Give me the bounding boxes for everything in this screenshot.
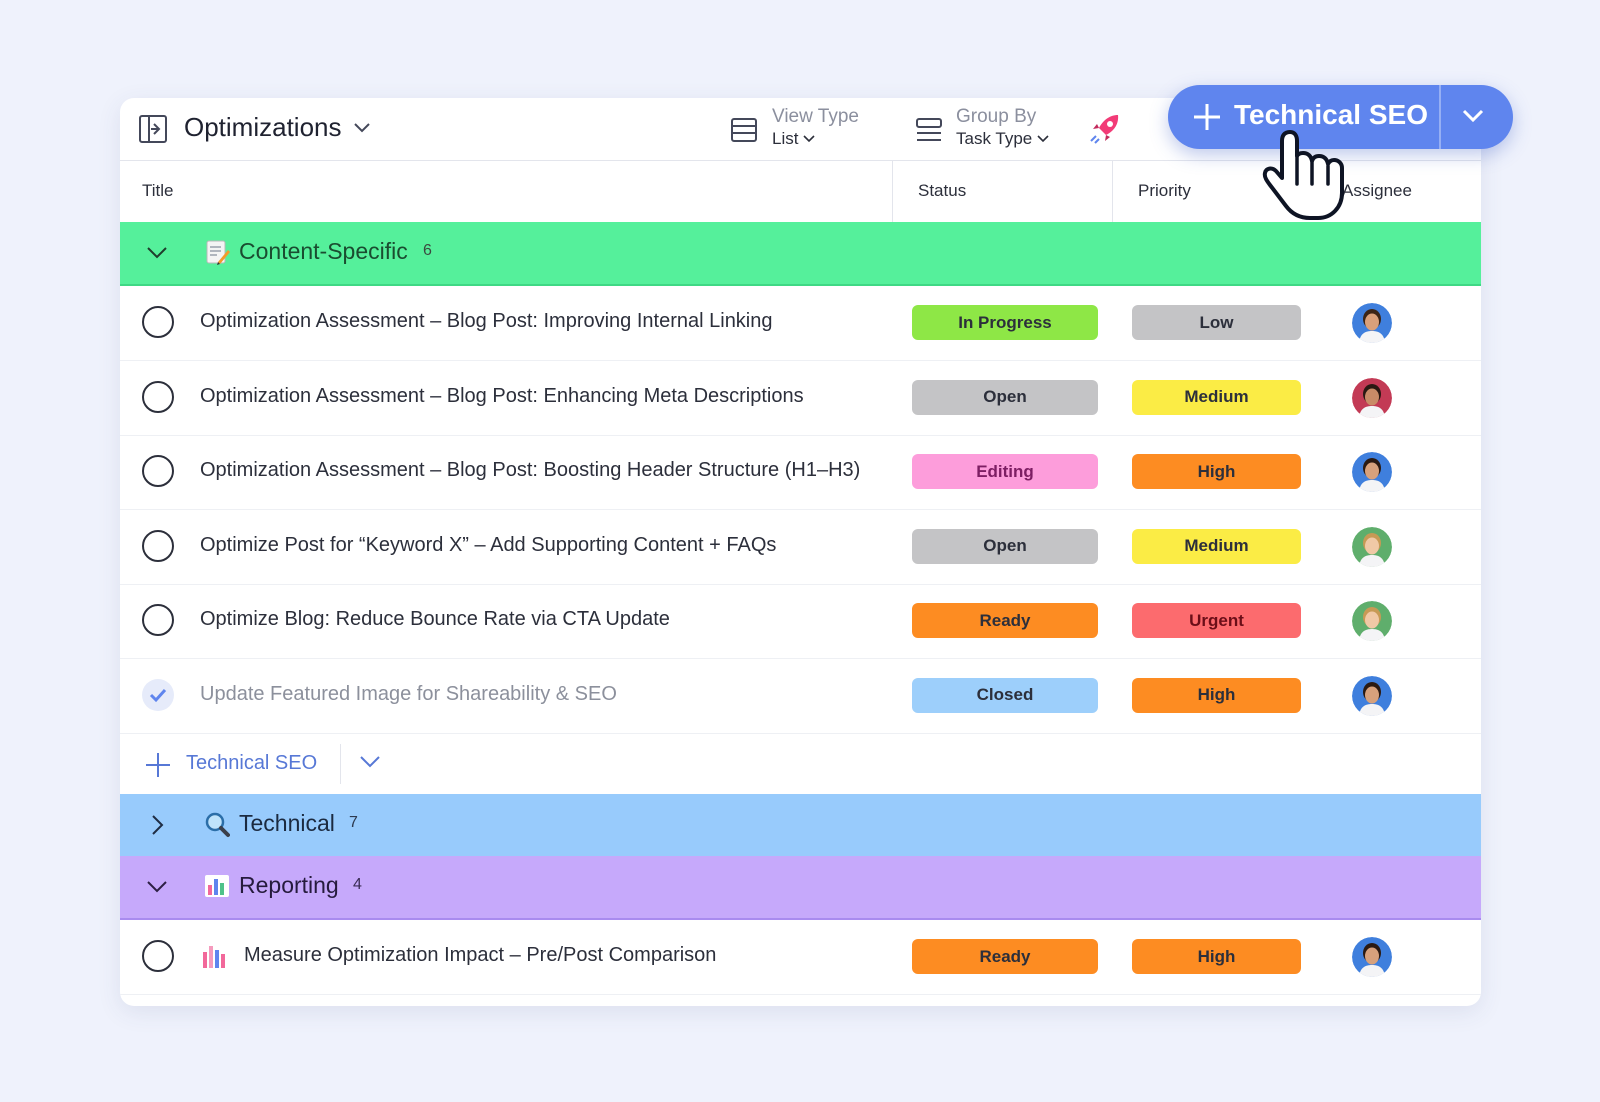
status-badge[interactable]: In Progress [912,305,1098,340]
table-row[interactable]: Update Featured Image for Shareability &… [120,659,1481,734]
group-by-icon [915,116,943,144]
priority-badge[interactable]: Low [1132,305,1301,340]
chevron-down-icon [803,135,816,143]
avatar[interactable] [1352,675,1392,716]
view-type-label: View Type [772,106,859,127]
avatar[interactable] [1352,303,1392,343]
view-type-selector[interactable]: View Type List [772,106,859,150]
sidebar-toggle-icon[interactable] [138,114,168,144]
task-checkbox[interactable] [142,529,174,562]
group-by-value: Task Type [956,129,1033,148]
group-header-technical[interactable]: Technical 7 [120,794,1481,856]
column-header-status[interactable]: Status [918,160,966,222]
group-count: 7 [349,814,358,831]
divider [340,744,341,784]
priority-badge[interactable]: Medium [1132,528,1301,564]
table-row[interactable]: Optimization Assessment – Blog Post: Enh… [120,361,1481,436]
priority-badge[interactable]: High [1132,939,1301,974]
priority-badge[interactable]: High [1132,677,1301,713]
table-row[interactable]: Optimize Post for “Keyword X” – Add Supp… [120,510,1481,585]
magnifier-icon [205,812,230,837]
bar-chart-icon [205,875,229,897]
chevron-down-icon[interactable] [144,240,170,266]
view-type-value: List [772,129,799,148]
checkmark-icon [149,688,167,702]
task-title[interactable]: Optimize Post for “Keyword X” – Add Supp… [200,534,776,557]
board-card: Optimizations View Type List Group By Ta… [120,98,1481,1006]
group-name: Technical [239,810,335,836]
divider [1439,85,1441,149]
status-badge[interactable]: Ready [912,939,1098,974]
table-row[interactable]: Measure Optimization Impact – Pre/Post C… [120,920,1481,995]
column-header-title[interactable]: Title [142,160,174,222]
table-row[interactable]: Optimization Assessment – Blog Post: Imp… [120,286,1481,361]
group-header-reporting[interactable]: Reporting 4 [120,856,1481,920]
bar-chart-icon [202,944,228,973]
task-checkbox[interactable] [142,455,174,487]
task-title[interactable]: Update Featured Image for Shareability &… [200,683,617,706]
plus-icon[interactable] [144,751,172,779]
group-by-selector[interactable]: Group By Task Type [956,106,1050,150]
task-checkbox[interactable] [142,306,174,338]
avatar[interactable] [1352,601,1392,641]
group-name: Content-Specific [239,238,408,264]
chevron-right-icon[interactable] [144,812,170,838]
task-title[interactable]: Measure Optimization Impact – Pre/Post C… [244,944,716,967]
column-divider [892,160,893,222]
group-header-content-specific[interactable]: Content-Specific 6 [120,222,1481,286]
view-type-value-wrap: List [772,128,816,150]
chevron-down-icon[interactable] [358,752,382,772]
task-checkbox[interactable] [142,380,174,413]
list-title: Optimizations [184,112,342,142]
task-title[interactable]: Optimization Assessment – Blog Post: Enh… [200,385,804,408]
hand-cursor-icon [1262,130,1344,220]
status-badge[interactable]: Closed [912,677,1098,713]
list-title-dropdown[interactable]: Optimizations [184,112,372,143]
task-title[interactable]: Optimization Assessment – Blog Post: Boo… [200,459,860,482]
task-checkbox[interactable] [142,940,174,972]
column-header-assignee[interactable]: Assignee [1342,160,1412,222]
table-row[interactable]: Optimization Assessment – Blog Post: Boo… [120,435,1481,510]
list-view-icon [730,116,758,144]
add-task-button[interactable]: Technical SEO [186,752,317,775]
priority-badge[interactable]: Medium [1132,379,1301,415]
avatar[interactable] [1352,452,1392,492]
column-divider [1112,160,1113,222]
group-by-value-wrap: Task Type [956,128,1050,150]
group-name: Reporting [239,872,339,898]
chevron-down-icon[interactable] [1460,105,1486,127]
table-row[interactable]: Optimize Blog: Reduce Bounce Rate via CT… [120,584,1481,659]
chevron-down-icon [353,122,370,132]
priority-badge[interactable]: High [1132,454,1301,489]
column-header-priority[interactable]: Priority [1138,160,1191,222]
status-badge[interactable]: Editing [912,454,1098,489]
completed-checkbox[interactable] [142,678,174,711]
status-badge[interactable]: Ready [912,603,1098,638]
group-count: 4 [353,876,362,893]
avatar[interactable] [1352,377,1392,418]
status-badge[interactable]: Open [912,528,1098,564]
chevron-down-icon[interactable] [144,874,170,900]
plus-icon[interactable] [1192,102,1222,132]
memo-icon [206,240,230,265]
task-title[interactable]: Optimize Blog: Reduce Bounce Rate via CT… [200,608,670,631]
status-badge[interactable]: Open [912,379,1098,415]
group-count: 6 [423,242,432,259]
add-task-row: Technical SEO [120,734,1481,794]
group-by-label: Group By [956,106,1037,127]
task-title[interactable]: Optimization Assessment – Blog Post: Imp… [200,310,773,333]
priority-badge[interactable]: Urgent [1132,603,1301,638]
rocket-icon[interactable] [1088,112,1122,146]
task-checkbox[interactable] [142,604,174,636]
avatar[interactable] [1352,526,1392,567]
chevron-down-icon [1037,135,1049,143]
avatar[interactable] [1352,937,1392,977]
